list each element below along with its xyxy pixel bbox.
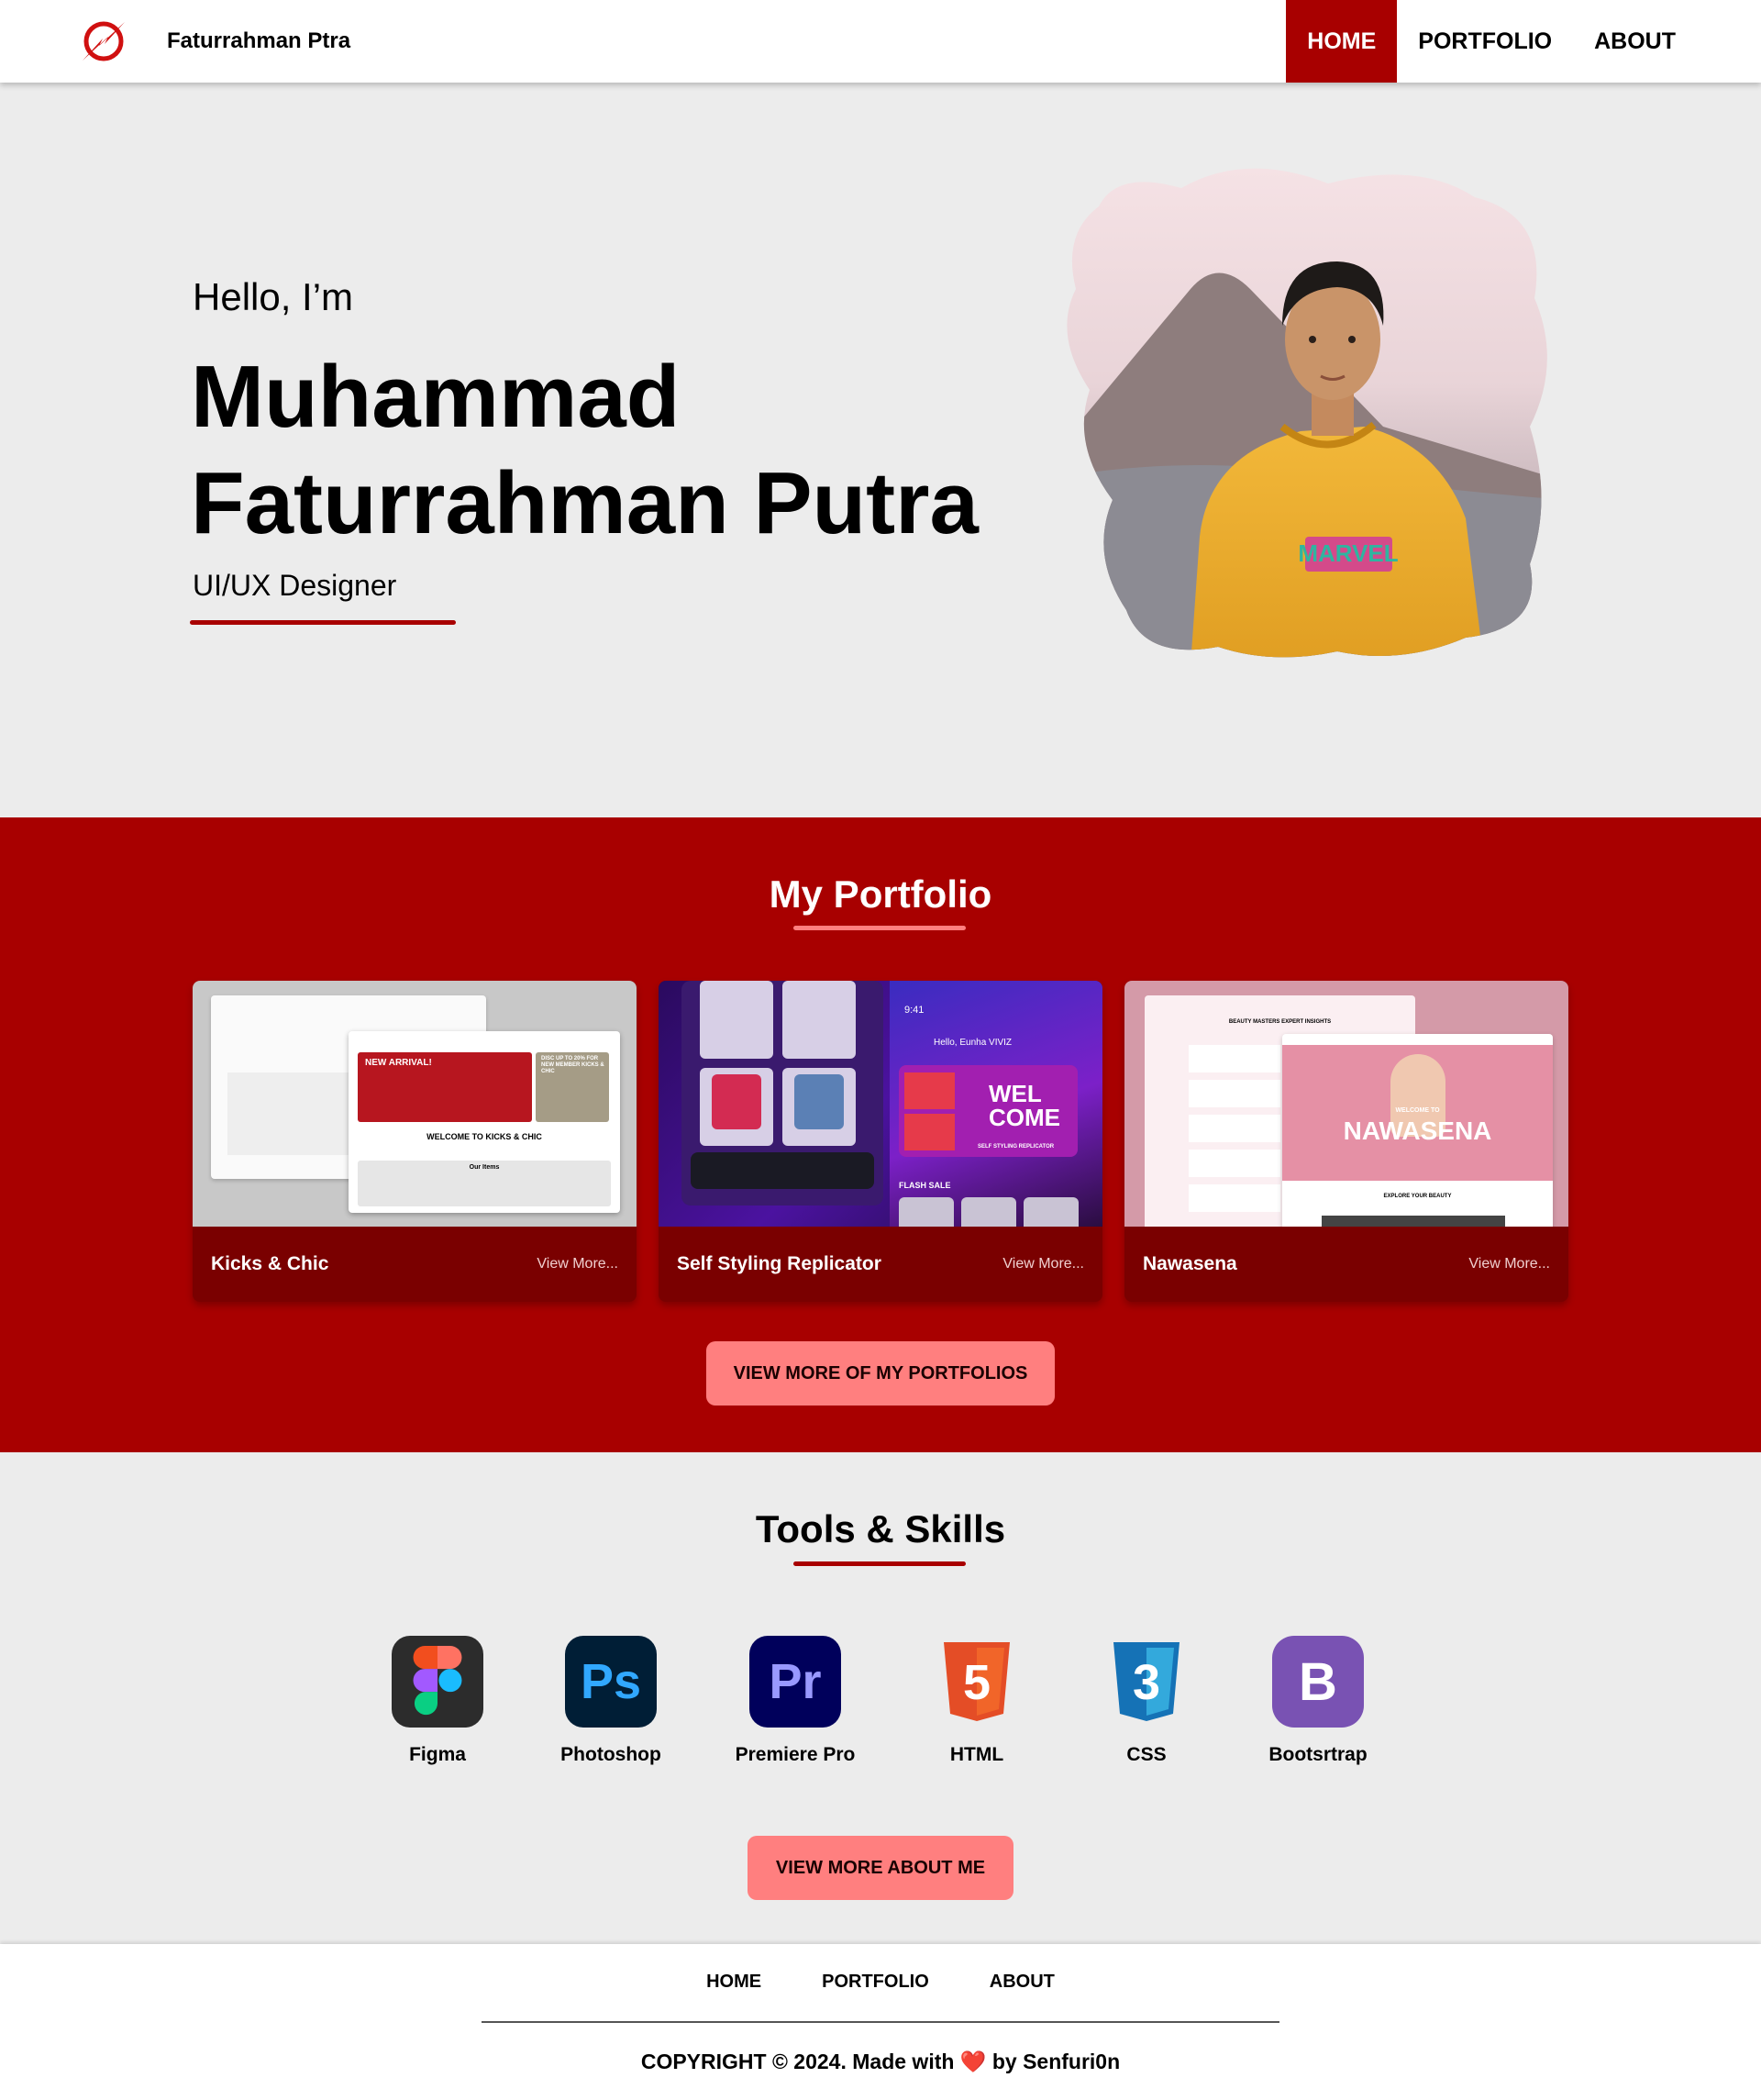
footer: HOME PORTFOLIO ABOUT COPYRIGHT © 2024. M… [0, 1944, 1761, 2100]
hero-name-line2: Faturrahman Putra [191, 454, 979, 552]
footer-nav: HOME PORTFOLIO ABOUT [0, 1972, 1761, 1993]
skill-label: HTML [949, 1744, 1004, 1765]
hero-section: Hello, I’m Muhammad Faturrahman Putra UI… [0, 83, 1761, 817]
kicks-welcome-text: WELCOME TO KICKS & CHIC [426, 1132, 542, 1141]
view-more-portfolios-button[interactable]: VIEW MORE OF MY PORTFOLIOS [706, 1341, 1055, 1406]
nawasena-insights: BEAUTY MASTERS EXPERT INSIGHTS [1228, 1019, 1332, 1025]
card-title: Kicks & Chic [211, 1253, 329, 1274]
card-title: Nawasena [1143, 1253, 1237, 1274]
nav-about[interactable]: ABOUT [1573, 0, 1697, 83]
copyright-suffix: by Senfuri0n [991, 2050, 1121, 2073]
ssr-tagline: SELF STYLING REPLICATOR [978, 1144, 1055, 1150]
nawasena-brand: NAWASENA [1343, 1117, 1492, 1145]
portfolio-cards: NEW ARRIVAL! DISC UP TO 20% FOR NEW MEMB… [193, 981, 1568, 1302]
skill-label: Premiere Pro [735, 1744, 856, 1765]
skill-photoshop: Ps Photoshop [528, 1636, 693, 1766]
hero-role: UI/UX Designer [193, 569, 397, 602]
portfolio-section: My Portfolio NEW ARRIVAL! DISC UP TO 20%… [0, 817, 1761, 1452]
brand-name[interactable]: Faturrahman Ptra [167, 0, 350, 83]
portfolio-card-kicks-chic[interactable]: NEW ARRIVAL! DISC UP TO 20% FOR NEW MEMB… [193, 981, 637, 1302]
kicks-section-text: Our Items [469, 1164, 500, 1171]
card-thumbnail-nawasena: BEAUTY MASTERS EXPERT INSIGHTS WELCOME T… [1124, 981, 1568, 1227]
card-thumbnail-self-styling: 9:41 Hello, Eunha VIVIZ WEL COME SELF ST… [659, 981, 1102, 1227]
nawasena-welcome: WELCOME TO [1395, 1107, 1440, 1114]
navbar: Faturrahman Ptra HOME PORTFOLIO ABOUT [0, 0, 1761, 83]
skill-figma: Figma [355, 1636, 520, 1766]
footer-divider [482, 2021, 1279, 2023]
nawasena-explore: EXPLORE YOUR BEAUTY [1383, 1194, 1452, 1199]
kicks-banner-text: NEW ARRIVAL! [365, 1058, 432, 1068]
view-more-about-button[interactable]: VIEW MORE ABOUT ME [748, 1836, 1013, 1900]
main-nav: HOME PORTFOLIO ABOUT [1286, 0, 1697, 83]
skill-bootstrap: B Bootsrtrap [1235, 1636, 1401, 1766]
copyright-text: COPYRIGHT © 2024. Made with ❤️ by Senfur… [0, 2050, 1761, 2074]
hero-underline [190, 620, 456, 625]
ssr-welcome: WEL COME [989, 1080, 1060, 1131]
hero-name-line1: Muhammad [191, 348, 681, 446]
premiere-pro-icon: Pr [749, 1636, 841, 1728]
skill-html: 5 HTML [894, 1636, 1059, 1766]
brand-logo-icon[interactable] [75, 13, 132, 70]
photoshop-icon: Ps [565, 1636, 657, 1728]
card-footer: Self Styling Replicator View More... [659, 1227, 1102, 1302]
ssr-time: 9:41 [904, 1005, 925, 1016]
skills-section: Tools & Skills Figma Ps Photoshop Pr Pre… [0, 1452, 1761, 1944]
html5-glyph: 5 [963, 1655, 991, 1710]
skill-label: Figma [409, 1744, 466, 1765]
hero-greeting: Hello, I’m [193, 275, 354, 318]
photoshop-glyph: Ps [580, 1654, 642, 1709]
css3-glyph: 3 [1133, 1655, 1160, 1710]
card-title: Self Styling Replicator [677, 1253, 881, 1274]
portfolio-card-self-styling-replicator[interactable]: 9:41 Hello, Eunha VIVIZ WEL COME SELF ST… [659, 981, 1102, 1302]
view-more-link[interactable]: View More... [1468, 1256, 1550, 1272]
premiere-glyph: Pr [769, 1654, 822, 1709]
card-footer: Kicks & Chic View More... [193, 1227, 637, 1302]
card-footer: Nawasena View More... [1124, 1227, 1568, 1302]
svg-text:MARVEL: MARVEL [1298, 539, 1398, 567]
bootstrap-glyph: B [1299, 1651, 1337, 1712]
css3-icon: 3 [1101, 1636, 1192, 1728]
footer-link-portfolio[interactable]: PORTFOLIO [822, 1972, 929, 1993]
skill-label: Photoshop [560, 1744, 661, 1765]
skill-premiere-pro: Pr Premiere Pro [713, 1636, 878, 1766]
skill-css: 3 CSS [1064, 1636, 1229, 1766]
profile-photo: MARVEL [1067, 168, 1547, 658]
kicks-promo-text: DISC UP TO 20% FOR NEW MEMBER KICKS & CH… [541, 1056, 604, 1074]
skill-label: Bootsrtrap [1268, 1744, 1368, 1765]
portfolio-title-underline [793, 926, 966, 930]
view-more-link[interactable]: View More... [1002, 1256, 1084, 1272]
ssr-greeting: Hello, Eunha VIVIZ [934, 1038, 1013, 1048]
nav-home[interactable]: HOME [1286, 0, 1398, 83]
footer-link-about[interactable]: ABOUT [990, 1972, 1055, 1993]
ssr-flash-sale: FLASH SALE [899, 1181, 951, 1190]
card-thumbnail-kicks-chic: NEW ARRIVAL! DISC UP TO 20% FOR NEW MEMB… [193, 981, 637, 1227]
nav-portfolio[interactable]: PORTFOLIO [1397, 0, 1573, 83]
skill-label: CSS [1126, 1744, 1167, 1765]
figma-icon [392, 1636, 483, 1728]
portfolio-title: My Portfolio [769, 872, 992, 916]
skills-title-underline [793, 1561, 966, 1566]
footer-link-home[interactable]: HOME [706, 1972, 761, 1993]
view-more-link[interactable]: View More... [537, 1256, 618, 1272]
portfolio-card-nawasena[interactable]: BEAUTY MASTERS EXPERT INSIGHTS WELCOME T… [1124, 981, 1568, 1302]
html5-icon: 5 [931, 1636, 1023, 1728]
hero-name: Muhammad Faturrahman Putra [191, 344, 1035, 557]
skills-title: Tools & Skills [755, 1507, 1006, 1550]
copyright-prefix: COPYRIGHT © 2024. Made with [640, 2050, 955, 2073]
bootstrap-icon: B [1272, 1636, 1364, 1728]
heart-icon: ❤️ [959, 2050, 987, 2073]
